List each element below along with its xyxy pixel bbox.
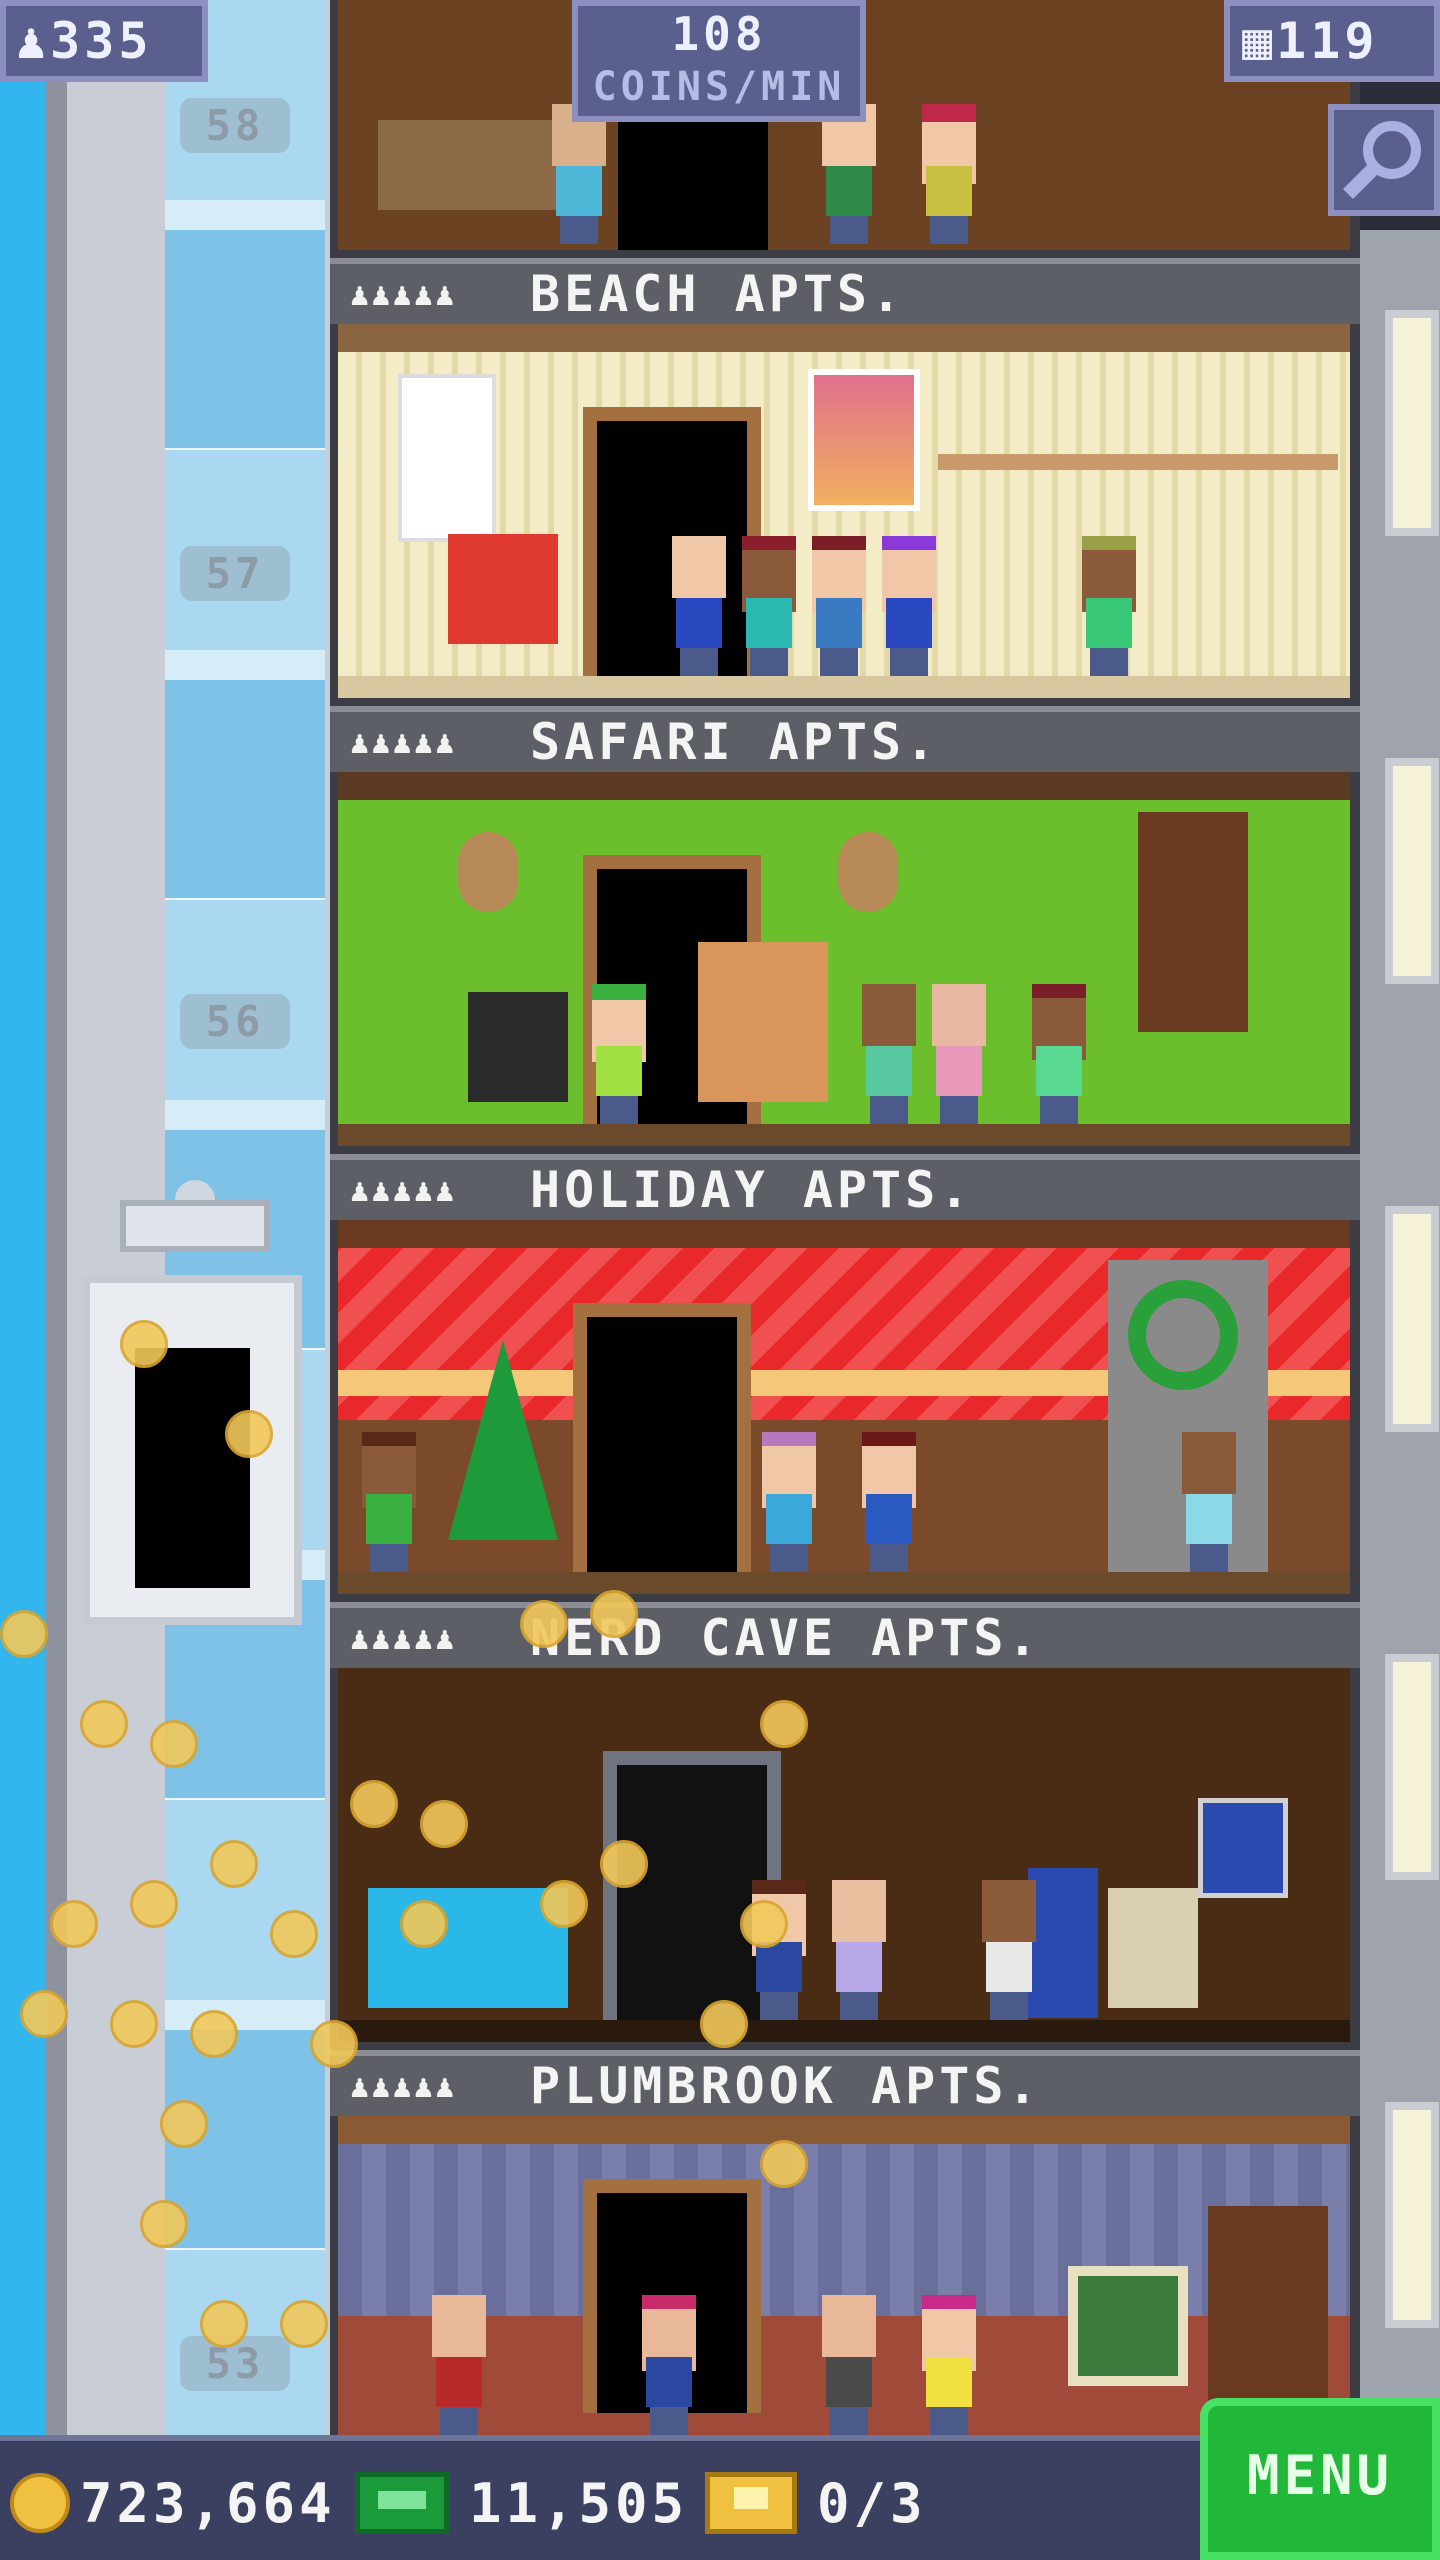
- resident[interactable]: [638, 2295, 700, 2435]
- floor-number-56: 56: [180, 994, 290, 1049]
- floor-plumbrook[interactable]: ♟♟♟♟♟ PLUMBROOK APTS.: [330, 2050, 1360, 2435]
- floor-number-58: 58: [180, 98, 290, 153]
- coins-display[interactable]: 723,664: [10, 2463, 336, 2543]
- coins-value: 723,664: [80, 2471, 336, 2535]
- wreath-icon: [1128, 1280, 1238, 1390]
- shelf: [938, 454, 1338, 470]
- resident[interactable]: [878, 536, 940, 676]
- tickets-value: 0/3: [817, 2471, 927, 2535]
- resident[interactable]: [1178, 1432, 1240, 1572]
- floor-sign: ♟♟♟♟♟ BEACH APTS.: [330, 258, 1360, 324]
- doorway: [573, 1303, 751, 1572]
- resident[interactable]: [358, 1432, 420, 1572]
- floor-counter[interactable]: ▦119: [1224, 0, 1440, 82]
- bux-display[interactable]: 11,505: [355, 2463, 688, 2543]
- floor-sign: ♟♟♟♟♟ PLUMBROOK APTS.: [330, 2050, 1360, 2116]
- floor-stars: ♟♟♟♟♟: [350, 1171, 457, 1209]
- floor-sign: ♟♟♟♟♟ NERD CAVE APTS.: [330, 1602, 1360, 1668]
- elevator-door: [135, 1348, 250, 1588]
- menu-button[interactable]: MENU: [1200, 2398, 1440, 2560]
- shaft-rail: [45, 0, 67, 2435]
- duck-couch: [368, 1888, 568, 2008]
- search-button[interactable]: [1328, 104, 1440, 216]
- bux-icon: [355, 2472, 449, 2534]
- resident[interactable]: [918, 2295, 980, 2435]
- computer: [1108, 1888, 1198, 2008]
- floor-name: BEACH APTS.: [530, 265, 906, 323]
- floor-stars: ♟♟♟♟♟: [350, 275, 457, 313]
- bux-value: 11,505: [469, 2471, 689, 2535]
- floor-name: HOLIDAY APTS.: [530, 1161, 974, 1219]
- building-icon: ▦: [1242, 12, 1277, 70]
- mask-decoration: [458, 832, 518, 912]
- shutter: [1138, 812, 1248, 1032]
- floor-holiday[interactable]: ♟♟♟♟♟ HOLIDAY APTS.: [330, 1154, 1360, 1602]
- christmas-tree: [448, 1340, 558, 1540]
- floor-stars: ♟♟♟♟♟: [350, 1619, 457, 1657]
- floor-stars: ♟♟♟♟♟: [350, 2067, 457, 2105]
- resident[interactable]: [978, 1880, 1040, 2020]
- floor-nerd-cave[interactable]: ♟♟♟♟♟ NERD CAVE APTS.: [330, 1602, 1360, 2050]
- resident[interactable]: [548, 104, 610, 244]
- building-edge: [1360, 230, 1440, 2435]
- building-window: [1385, 1206, 1439, 1432]
- coin-icon: [10, 2473, 70, 2533]
- giraffe-statue: [698, 942, 828, 1102]
- resident[interactable]: [808, 536, 870, 676]
- telephone-table: [468, 992, 568, 1102]
- coin-rate-value: 108: [671, 7, 767, 61]
- resident[interactable]: [588, 984, 650, 1124]
- floor-number-57: 57: [180, 546, 290, 601]
- framed-picture: [1068, 2266, 1188, 2386]
- floor-sign: ♟♟♟♟♟ HOLIDAY APTS.: [330, 1154, 1360, 1220]
- armchair: [448, 534, 558, 644]
- resident[interactable]: [1028, 984, 1090, 1124]
- floor-count-value: 119: [1276, 12, 1379, 70]
- floor-name: SAFARI APTS.: [530, 713, 940, 771]
- window-shutter: [398, 374, 496, 542]
- building-window: [1385, 2102, 1439, 2328]
- floor-stars: ♟♟♟♟♟: [350, 723, 457, 761]
- resident[interactable]: [738, 536, 800, 676]
- resident[interactable]: [668, 536, 730, 676]
- resident[interactable]: [928, 984, 990, 1124]
- resident[interactable]: [918, 104, 980, 244]
- mask-decoration: [838, 832, 898, 912]
- elevator-pulley: [120, 1180, 270, 1270]
- population-value: 335: [50, 12, 153, 70]
- elevator-car[interactable]: [82, 1275, 302, 1625]
- tickets-display[interactable]: 0/3: [705, 2463, 927, 2543]
- building-window: [1385, 310, 1439, 536]
- resident[interactable]: [428, 2295, 490, 2435]
- coin-rate-unit: COINS/MIN: [592, 64, 846, 110]
- resident[interactable]: [858, 1432, 920, 1572]
- resident[interactable]: [818, 104, 880, 244]
- sunset-painting: [808, 369, 920, 511]
- resident[interactable]: [758, 1432, 820, 1572]
- floor-safari[interactable]: ♟♟♟♟♟ SAFARI APTS.: [330, 706, 1360, 1154]
- floor-name: PLUMBROOK APTS.: [530, 2057, 1042, 2115]
- population-counter[interactable]: ♟335: [0, 0, 208, 82]
- tower: ♟♟♟♟♟ BEACH APTS. ♟♟♟♟♟ SAFARI APTS. ♟♟♟…: [330, 0, 1360, 2435]
- poster: [1198, 1798, 1288, 1898]
- sky-background: [0, 0, 45, 2435]
- ticket-icon: [705, 2472, 797, 2534]
- floor-beach[interactable]: ♟♟♟♟♟ BEACH APTS.: [330, 258, 1360, 706]
- building-window: [1385, 758, 1439, 984]
- building-window: [1385, 1654, 1439, 1880]
- magnifier-icon: [1343, 121, 1421, 199]
- resident[interactable]: [828, 1880, 890, 2020]
- resident[interactable]: [818, 2295, 880, 2435]
- person-icon: ♟: [16, 12, 51, 70]
- resident[interactable]: [858, 984, 920, 1124]
- resident[interactable]: [1078, 536, 1140, 676]
- floor-sign: ♟♟♟♟♟ SAFARI APTS.: [330, 706, 1360, 772]
- coin-rate-display: 108 COINS/MIN: [572, 0, 866, 122]
